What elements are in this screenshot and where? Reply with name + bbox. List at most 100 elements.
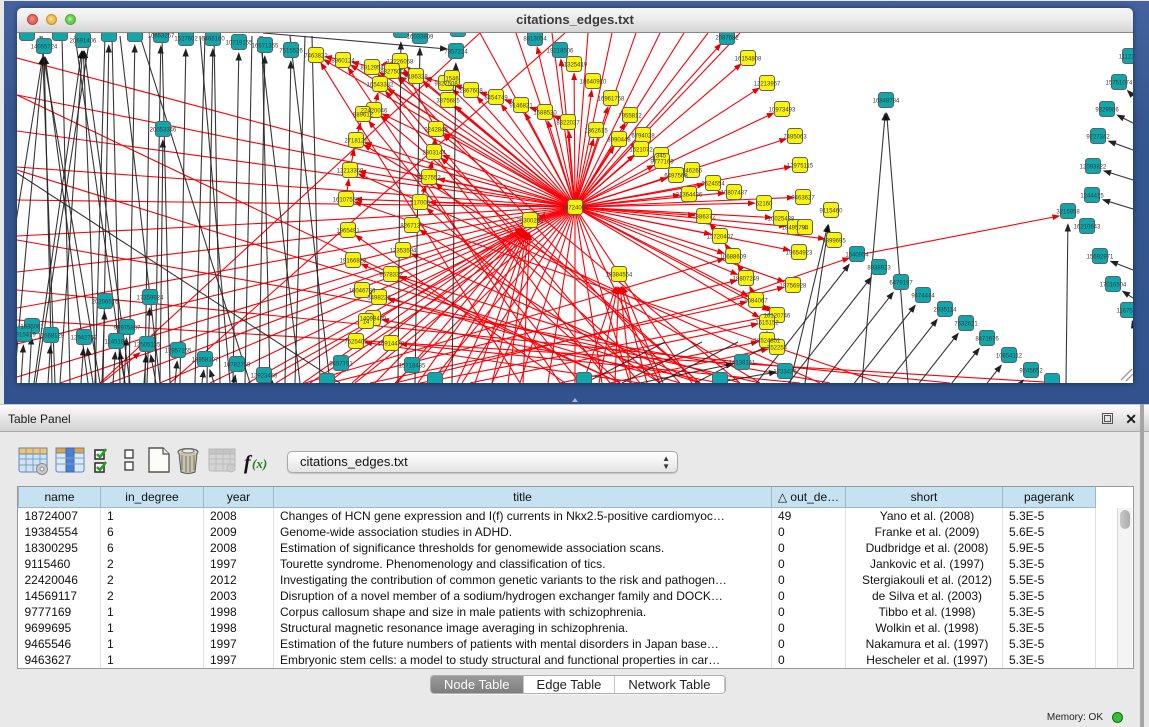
svg-text:15751074: 15751074 — [1106, 81, 1133, 87]
svg-text:8678332: 8678332 — [379, 273, 403, 279]
svg-text:18807249: 18807249 — [733, 277, 760, 283]
svg-text:15720407: 15720407 — [707, 235, 734, 241]
svg-text:20206576: 20206576 — [92, 300, 119, 306]
svg-text:1733426: 1733426 — [773, 370, 797, 376]
svg-text:17016504: 17016504 — [1100, 283, 1127, 289]
svg-text:2803144: 2803144 — [422, 151, 446, 157]
svg-text:15718485: 15718485 — [399, 364, 426, 370]
svg-text:3624554: 3624554 — [701, 182, 725, 188]
svg-text:1965491: 1965491 — [336, 229, 360, 235]
svg-text:10958107: 10958107 — [192, 358, 219, 364]
svg-text:9245652: 9245652 — [1019, 369, 1043, 375]
svg-text:7632621: 7632621 — [954, 322, 978, 328]
svg-text:7357224: 7357224 — [444, 50, 468, 56]
svg-text:10719155: 10719155 — [226, 41, 253, 47]
svg-text:11325419: 11325419 — [561, 63, 588, 69]
svg-text:8990448: 8990448 — [607, 138, 631, 144]
svg-text:10654112: 10654112 — [996, 354, 1023, 360]
svg-text:16210643: 16210643 — [1074, 225, 1101, 231]
svg-text:7515526: 7515526 — [279, 49, 303, 55]
svg-text:1635061: 1635061 — [20, 325, 44, 331]
svg-text:16914479: 16914479 — [378, 342, 405, 348]
svg-text:9115460: 9115460 — [820, 209, 844, 215]
svg-text:9899695: 9899695 — [822, 239, 846, 245]
svg-text:8427552: 8427552 — [417, 176, 441, 182]
svg-text:1527602: 1527602 — [174, 37, 198, 43]
svg-text:8471676: 8471676 — [975, 337, 999, 343]
svg-text:9227342: 9227342 — [1086, 135, 1110, 141]
svg-text:9327500: 9327500 — [380, 70, 404, 76]
svg-text:12505135: 12505135 — [134, 343, 161, 349]
svg-text:1362615: 1362615 — [584, 129, 608, 135]
svg-text:14055724: 14055724 — [31, 45, 58, 51]
svg-text:10973493: 10973493 — [769, 108, 796, 114]
svg-text:14138141: 14138141 — [729, 361, 756, 367]
svg-text:8186328: 8186328 — [404, 75, 428, 81]
svg-text:717006: 717006 — [410, 201, 431, 207]
svg-text:6497568: 6497568 — [664, 174, 688, 180]
svg-text:1615152: 1615152 — [755, 321, 779, 327]
svg-text:12942757: 12942757 — [71, 336, 98, 342]
svg-text:21364436: 21364436 — [676, 193, 703, 199]
svg-text:1145194: 1145194 — [105, 340, 129, 346]
svg-text:12213967: 12213967 — [754, 82, 781, 88]
svg-text:13226058: 13226058 — [387, 60, 414, 66]
svg-text:3498222: 3498222 — [367, 296, 391, 302]
svg-text:16120746: 16120746 — [764, 314, 791, 320]
svg-text:12093822: 12093822 — [1080, 165, 1107, 171]
svg-text:12213369: 12213369 — [337, 169, 364, 175]
svg-text:7463822: 7463822 — [304, 54, 328, 60]
svg-text:1588520: 1588520 — [533, 111, 557, 117]
svg-text:19756928: 19756928 — [780, 284, 807, 290]
svg-text:2935114: 2935114 — [934, 308, 958, 314]
svg-text:1640954: 1640954 — [845, 253, 869, 259]
svg-text:9146821: 9146821 — [509, 104, 533, 110]
svg-text:20053346: 20053346 — [150, 128, 177, 134]
svg-text:16033809: 16033809 — [407, 35, 434, 41]
svg-text:16782759: 16782759 — [224, 363, 251, 369]
svg-text:6466160: 6466160 — [201, 37, 225, 43]
svg-text:8938923: 8938923 — [867, 266, 891, 272]
svg-text:9084067: 9084067 — [744, 299, 768, 305]
svg-text:989612: 989612 — [353, 113, 374, 119]
svg-text:99975887: 99975887 — [114, 326, 141, 332]
svg-text:19218506: 19218506 — [547, 49, 574, 55]
svg-text:6794028: 6794028 — [631, 134, 655, 140]
svg-text:16961758: 16961758 — [598, 97, 625, 103]
svg-text:20691406: 20691406 — [70, 39, 97, 45]
svg-text:18524851: 18524851 — [754, 339, 781, 345]
svg-text:8267130: 8267130 — [400, 224, 424, 230]
svg-text:19166823: 19166823 — [340, 259, 367, 265]
svg-text:19654923: 19654923 — [786, 251, 813, 257]
svg-text:18640910: 18640910 — [580, 80, 607, 86]
svg-text:18724007: 18724007 — [562, 206, 589, 212]
svg-text:16046786: 16046786 — [349, 289, 376, 295]
svg-text:8322037: 8322037 — [556, 121, 580, 127]
svg-text:7386372: 7386372 — [692, 215, 716, 221]
svg-text:12353594: 12353594 — [390, 249, 417, 255]
svg-text:16154808: 16154808 — [735, 57, 762, 63]
svg-text:252254: 252254 — [767, 346, 788, 352]
svg-text:3915419: 3915419 — [17, 333, 36, 339]
svg-text:6479197: 6479197 — [889, 281, 913, 287]
svg-text:14: 14 — [363, 320, 370, 326]
svg-text:16671355: 16671355 — [252, 44, 279, 50]
svg-text:9457791: 9457791 — [329, 362, 353, 368]
svg-text:9242848: 9242848 — [424, 128, 448, 134]
svg-text:2718126: 2718126 — [344, 139, 368, 145]
svg-text:9463627: 9463627 — [791, 196, 815, 202]
svg-text:1546: 1546 — [445, 77, 459, 83]
svg-text:8960124: 8960124 — [331, 59, 355, 65]
svg-text:16543382: 16543382 — [367, 83, 394, 89]
svg-text:(x): (x) — [252, 456, 267, 471]
svg-text:1112374: 1112374 — [1119, 55, 1133, 61]
svg-text:8454749: 8454749 — [484, 96, 508, 102]
svg-text:12923468: 12923468 — [251, 374, 278, 380]
svg-text:1244415: 1244415 — [1080, 194, 1104, 200]
svg-text:7485063: 7485063 — [783, 135, 807, 141]
svg-text:10653267: 10653267 — [148, 34, 175, 40]
svg-text:7625402: 7625402 — [344, 340, 368, 346]
svg-text:9777169: 9777169 — [650, 160, 674, 166]
svg-text:16107553: 16107553 — [333, 198, 360, 204]
svg-text:19384554: 19384554 — [606, 273, 633, 279]
